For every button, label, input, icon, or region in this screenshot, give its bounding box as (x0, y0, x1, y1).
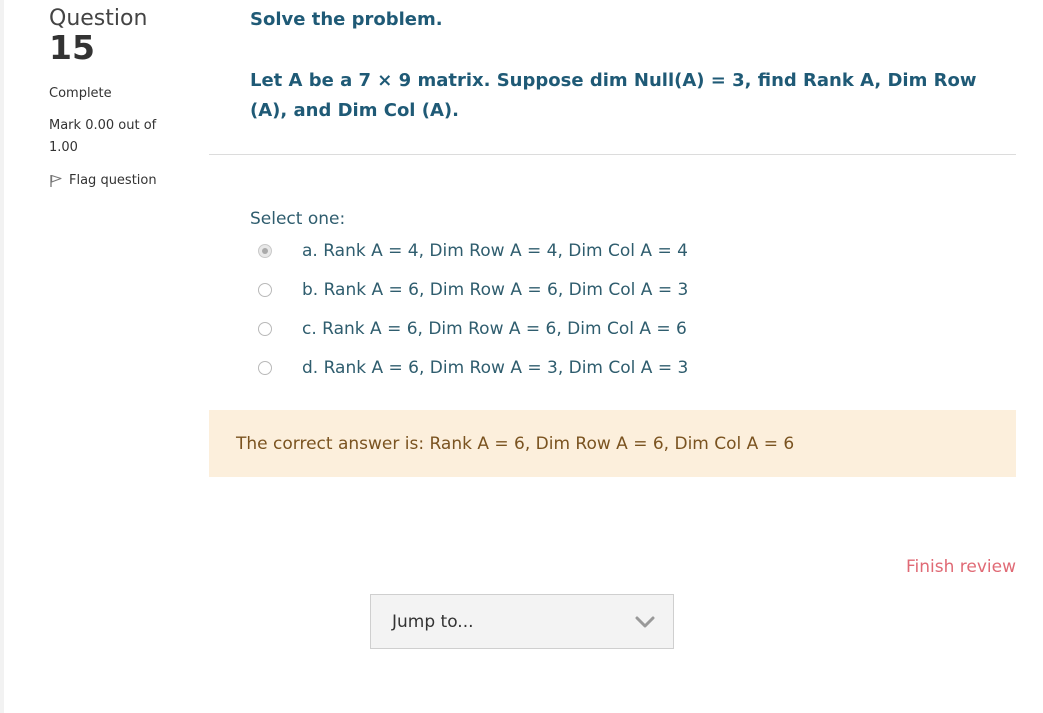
answer-prompt: Select one: (250, 209, 346, 229)
finish-review-link[interactable]: Finish review (906, 557, 1016, 577)
flag-icon (50, 174, 62, 187)
answer-option-c[interactable]: c. Rank A = 6, Dim Row A = 6, Dim Col A … (250, 309, 1010, 348)
radio-button[interactable] (258, 321, 272, 336)
option-label: a. Rank A = 4, Dim Row A = 4, Dim Col A … (302, 240, 688, 261)
option-label: c. Rank A = 6, Dim Row A = 6, Dim Col A … (302, 318, 687, 339)
question-text: Solve the problem. Let A be a 7 × 9 matr… (209, 0, 1016, 126)
right-answer-text: The correct answer is: Rank A = 6, Dim R… (236, 433, 795, 454)
page-edge (0, 0, 4, 713)
question-body: Let A be a 7 × 9 matrix. Suppose dim Nul… (250, 70, 977, 121)
question-number: 15 (49, 28, 95, 67)
radio-button[interactable] (258, 243, 272, 258)
flag-question-button[interactable]: Flag question (49, 173, 189, 188)
quiz-review-page: Question 15 Complete Mark 0.00 out of 1.… (0, 0, 1043, 713)
question-content: Solve the problem. Let A be a 7 × 9 matr… (209, 0, 1016, 477)
question-grade: Mark 0.00 out of 1.00 (49, 118, 157, 155)
question-info: Question 15 Complete Mark 0.00 out of 1.… (49, 6, 189, 188)
radio-button[interactable] (258, 360, 272, 375)
radio-button[interactable] (258, 282, 272, 297)
answer-option-b[interactable]: b. Rank A = 6, Dim Row A = 6, Dim Col A … (250, 270, 1010, 309)
question-state: Complete (49, 86, 112, 101)
flag-question-label: Flag question (69, 173, 157, 188)
jump-to-select[interactable]: Jump to... (370, 594, 674, 649)
answer-block: Select one: a. Rank A = 4, Dim Row A = 4… (250, 207, 1010, 387)
divider (209, 154, 1016, 155)
answer-option-d[interactable]: d. Rank A = 6, Dim Row A = 3, Dim Col A … (250, 348, 1010, 387)
feedback-box: The correct answer is: Rank A = 6, Dim R… (209, 410, 1016, 477)
question-intro: Solve the problem. (250, 9, 443, 30)
option-label: d. Rank A = 6, Dim Row A = 3, Dim Col A … (302, 357, 689, 378)
jump-to-label: Jump to... (392, 611, 474, 632)
chevron-down-icon (635, 616, 655, 628)
answer-option-a[interactable]: a. Rank A = 4, Dim Row A = 4, Dim Col A … (250, 231, 1010, 270)
option-label: b. Rank A = 6, Dim Row A = 6, Dim Col A … (302, 279, 689, 300)
